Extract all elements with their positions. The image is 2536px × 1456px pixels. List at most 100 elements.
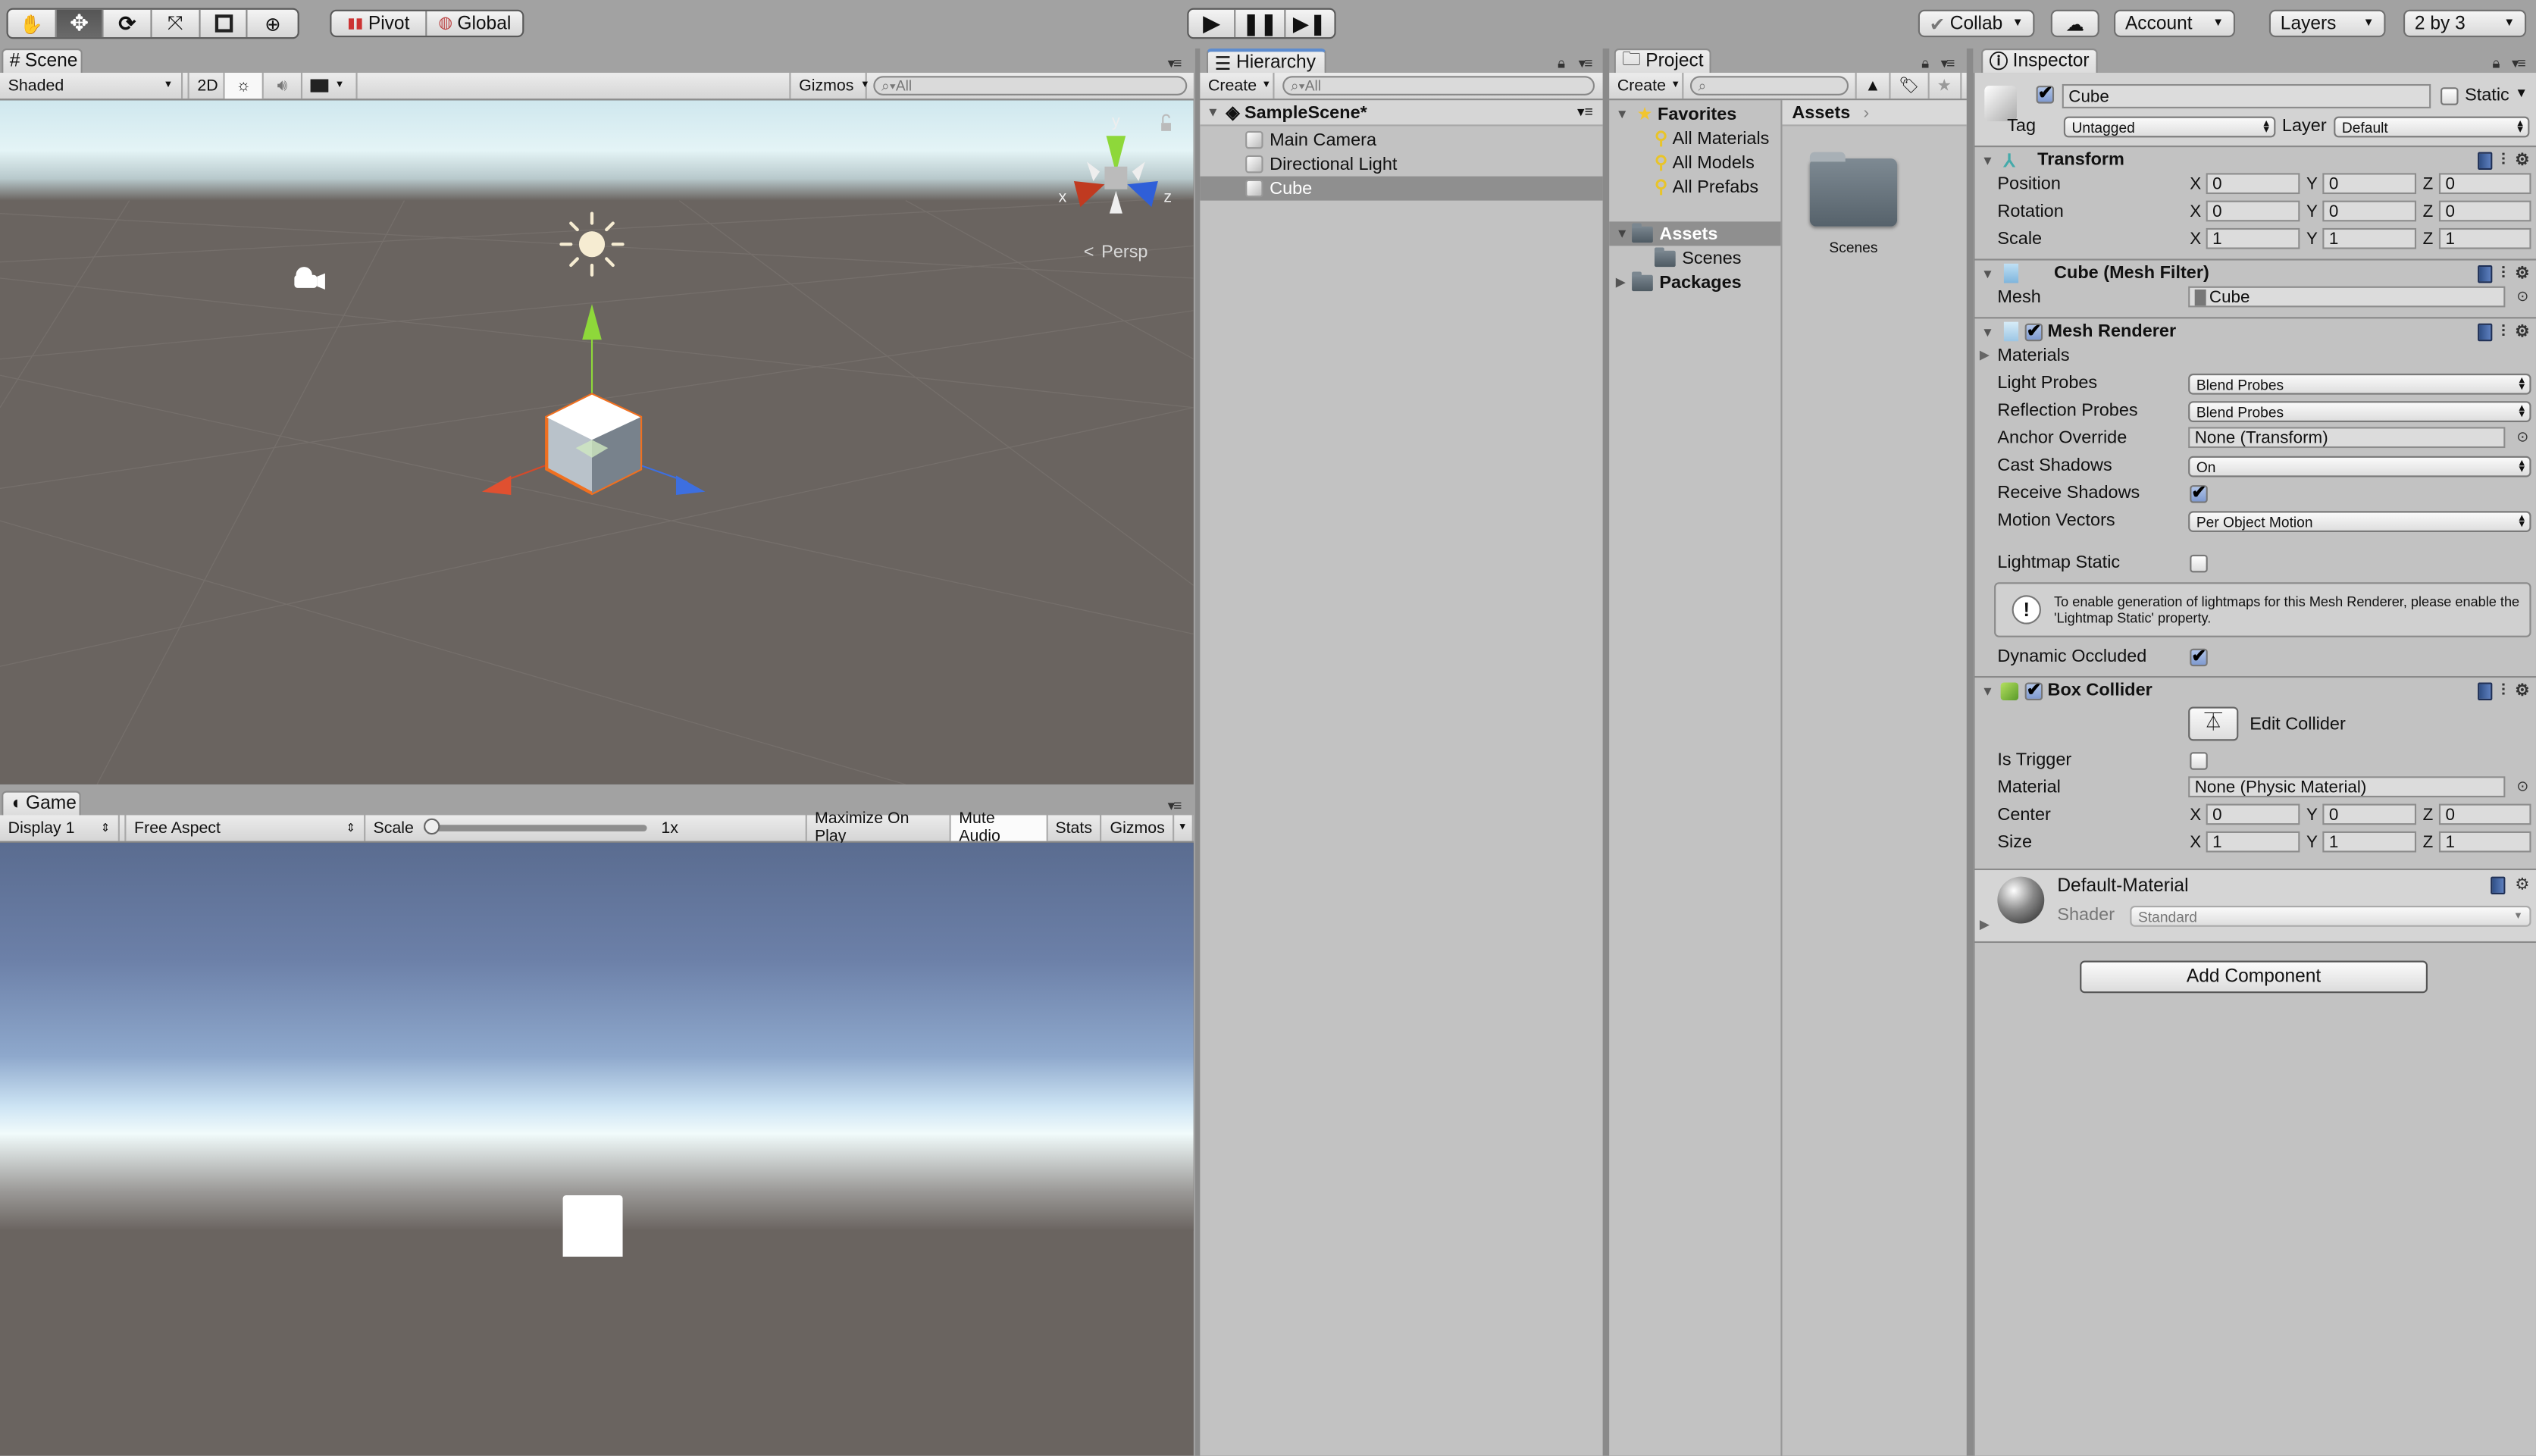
y-axis-label[interactable]: Y: [2306, 202, 2318, 222]
z-axis-label[interactable]: Z: [2423, 230, 2434, 249]
y-axis-label[interactable]: Y: [2306, 174, 2318, 194]
hierarchy-item[interactable]: Directional Light: [1200, 152, 1602, 177]
global-button[interactable]: ◍ Global: [427, 11, 522, 36]
hierarchy-item[interactable]: Cube: [1200, 176, 1603, 201]
packages-row[interactable]: ▶ Packages: [1609, 270, 1780, 294]
light-probes-dropdown[interactable]: Blend Probes ▴ ▾: [2188, 373, 2531, 395]
panel-menu-icon[interactable]: ▾≡: [1941, 55, 1955, 73]
assets-row[interactable]: ▼ Assets: [1609, 221, 1781, 246]
z-axis-handle[interactable]: [675, 475, 706, 495]
pivot-button[interactable]: ▮▮ Pivot: [331, 11, 427, 36]
favorites-button[interactable]: ★: [1929, 73, 1961, 99]
active-checkbox[interactable]: [2036, 83, 2055, 104]
mute-audio-toggle[interactable]: Mute Audio: [950, 810, 1047, 846]
z-axis-label[interactable]: Z: [2423, 806, 2434, 825]
receive-shadows-checkbox[interactable]: [2190, 482, 2208, 503]
help-icon[interactable]: [2477, 322, 2492, 341]
move-tool-button[interactable]: ✥: [55, 9, 105, 38]
maximize-on-play-toggle[interactable]: Maximize On Play: [805, 810, 951, 846]
project-search-input[interactable]: ⌕: [1689, 76, 1849, 96]
expand-triangle-icon[interactable]: ▶: [1616, 275, 1632, 290]
help-icon[interactable]: [2477, 264, 2492, 283]
z-axis-label[interactable]: Z: [2423, 202, 2434, 222]
presets-icon[interactable]: ⫶: [2501, 323, 2505, 340]
lock-icon[interactable]: 🔒︎: [1558, 55, 1565, 73]
panel-menu-icon[interactable]: ▾≡: [2512, 55, 2526, 73]
object-picker-icon[interactable]: ⊙: [2516, 778, 2528, 795]
rotation-z-input[interactable]: 0: [2438, 200, 2531, 222]
dynamic-occluded-checkbox[interactable]: [2190, 645, 2208, 667]
scale-z-input[interactable]: 1: [2438, 227, 2531, 249]
materials-foldout[interactable]: Materials: [1997, 346, 2069, 366]
size-x-input[interactable]: 1: [2206, 831, 2300, 853]
position-y-input[interactable]: 0: [2322, 173, 2417, 195]
collapse-triangle-icon[interactable]: ▼: [1981, 324, 1997, 339]
stats-toggle[interactable]: Stats: [1047, 815, 1102, 841]
aspect-dropdown[interactable]: Free Aspect ⇕: [126, 815, 365, 841]
scale-y-input[interactable]: 1: [2322, 227, 2417, 249]
presets-icon[interactable]: ⫶: [2501, 265, 2505, 282]
edit-collider-button[interactable]: ⏄: [2188, 706, 2239, 741]
gear-icon[interactable]: ⚙: [2515, 152, 2529, 169]
cloud-button[interactable]: ☁: [2050, 9, 2099, 38]
reflection-probes-dropdown[interactable]: Blend Probes ▴ ▾: [2188, 401, 2531, 422]
play-button[interactable]: ▶: [1188, 9, 1237, 38]
rotate-tool-button[interactable]: ⟳: [104, 9, 152, 38]
cast-shadows-dropdown[interactable]: On ▴ ▾: [2188, 456, 2531, 478]
tab-hierarchy[interactable]: ☰ Hierarchy: [1206, 49, 1326, 74]
rotation-y-input[interactable]: 0: [2322, 200, 2417, 222]
gear-icon[interactable]: ⚙: [2515, 265, 2529, 282]
expand-triangle-icon[interactable]: ▶: [1980, 348, 1990, 362]
2d-toggle[interactable]: 2D: [189, 73, 225, 99]
y-axis-handle[interactable]: [582, 304, 602, 340]
lighting-toggle[interactable]: ☼: [224, 73, 264, 99]
favorite-item[interactable]: ⚲ All Models: [1609, 150, 1780, 174]
size-z-input[interactable]: 1: [2438, 831, 2531, 853]
mesh-field[interactable]: Cube: [2188, 286, 2506, 308]
presets-icon[interactable]: ⫶: [2501, 152, 2505, 169]
collapse-triangle-icon[interactable]: ▼: [1981, 153, 1997, 168]
effects-dropdown[interactable]: ▼: [302, 73, 358, 99]
physic-material-field[interactable]: None (Physic Material): [2188, 776, 2506, 798]
breadcrumb-assets[interactable]: Assets: [1792, 103, 1850, 123]
persp-chevron-icon[interactable]: <: [1084, 241, 1094, 261]
layers-dropdown[interactable]: Layers ▼: [2268, 9, 2386, 38]
x-axis-label[interactable]: X: [2190, 202, 2201, 222]
tab-game[interactable]: ◖ Game: [2, 791, 81, 816]
scene-menu-icon[interactable]: ▾≡: [1577, 104, 1593, 121]
object-picker-icon[interactable]: ⊙: [2516, 288, 2528, 305]
static-dropdown-icon[interactable]: ▼: [2515, 86, 2528, 100]
expand-triangle-icon[interactable]: ▼: [1207, 105, 1223, 120]
camera-gizmo-icon[interactable]: [294, 267, 325, 290]
splitter[interactable]: [1780, 100, 1783, 1456]
x-axis-label[interactable]: X: [2190, 174, 2201, 194]
lightmap-static-checkbox[interactable]: [2190, 554, 2208, 573]
x-axis-label[interactable]: X: [2190, 230, 2201, 249]
y-axis-label[interactable]: Y: [2306, 230, 2318, 249]
layer-dropdown[interactable]: Default ▴ ▾: [2334, 116, 2530, 138]
collapse-triangle-icon[interactable]: ▼: [1981, 684, 1997, 698]
scale-slider-thumb[interactable]: [423, 818, 440, 835]
is-trigger-checkbox[interactable]: [2190, 752, 2208, 770]
scene-search-input[interactable]: ⌕▾ All: [873, 76, 1188, 96]
x-axis-label[interactable]: X: [2190, 806, 2201, 825]
panel-menu-icon[interactable]: ▾≡: [1168, 797, 1182, 815]
scale-x-input[interactable]: 1: [2206, 227, 2300, 249]
expand-triangle-icon[interactable]: ▼: [1616, 227, 1632, 241]
grid-item-scenes[interactable]: Scenes: [1809, 152, 1898, 255]
tab-inspector[interactable]: ⓘ Inspector: [1981, 49, 2098, 74]
help-icon[interactable]: [2477, 151, 2492, 169]
shading-mode-dropdown[interactable]: Shaded ▼: [0, 73, 183, 99]
scene-row[interactable]: ▼ ◈ SampleScene* ▾≡: [1200, 100, 1603, 127]
account-dropdown[interactable]: Account ▼: [2114, 9, 2236, 38]
x-axis-handle[interactable]: [481, 475, 512, 495]
lock-icon[interactable]: 🔒︎: [2492, 55, 2500, 73]
tag-dropdown[interactable]: Untagged ▴ ▾: [2063, 116, 2276, 138]
lock-icon[interactable]: 🔒︎: [1921, 55, 1929, 73]
gear-icon[interactable]: ⚙: [2515, 681, 2529, 699]
box-collider-enabled-checkbox[interactable]: [2024, 678, 2043, 700]
rotation-x-input[interactable]: 0: [2206, 200, 2300, 222]
splitter[interactable]: [1602, 49, 1610, 1456]
tab-scene[interactable]: # Scene: [2, 49, 83, 74]
position-z-input[interactable]: 0: [2438, 173, 2531, 195]
